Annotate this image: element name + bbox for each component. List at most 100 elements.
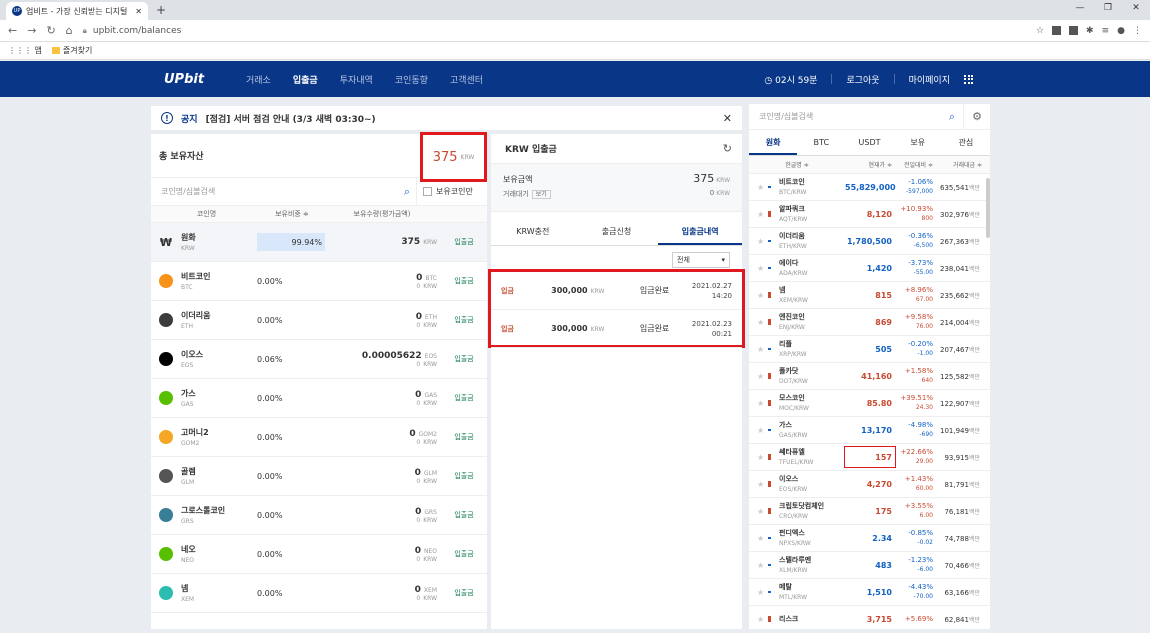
reload-icon[interactable]: ↻ xyxy=(46,24,55,37)
apps-grid-icon[interactable] xyxy=(964,74,973,84)
market-row[interactable]: ★ 모스코인 MOC/KRW 85.80 +39.51% 24.30 122,907… xyxy=(749,390,990,417)
menu-deposit-withdraw[interactable]: 입출금 xyxy=(293,73,318,86)
bookmark-apps[interactable]: ⋮⋮⋮ 앱 xyxy=(8,45,42,56)
deposit-withdraw-button[interactable]: 입출금 xyxy=(441,432,487,442)
asset-row[interactable]: 이오스 EOS 0.06% 0.00005622 EOS 0 KRW 입출금 xyxy=(151,340,487,379)
puzzle-icon[interactable]: ✱ xyxy=(1086,26,1094,36)
deposit-withdraw-button[interactable]: 입출금 xyxy=(441,237,487,247)
minimize-button[interactable]: — xyxy=(1066,0,1094,18)
asset-row[interactable]: 고머니2 GOM2 0.00% 0 GOM2 0 KRW 입출금 xyxy=(151,418,487,457)
notice-message[interactable]: [점검] 서버 점검 안내 (3/3 새벽 03:30~) xyxy=(206,112,715,125)
star-icon[interactable]: ★ xyxy=(757,264,764,273)
close-icon[interactable]: ✕ xyxy=(135,7,142,16)
home-icon[interactable]: ⌂ xyxy=(66,24,73,37)
market-row[interactable]: ★ 이오스 EOS/KRW 4,270 +1.43% 60.00 81,791백만 xyxy=(749,471,990,498)
tab-history[interactable]: 입출금내역 xyxy=(658,218,743,245)
market-row[interactable]: ★ 넴 XEM/KRW 815 +8.96% 67.00 235,662백만 xyxy=(749,282,990,309)
gear-icon[interactable]: ⚙ xyxy=(964,110,990,123)
menu-investments[interactable]: 투자내역 xyxy=(340,73,373,86)
assets-search-input[interactable]: 코인명/심볼검색 ⌕ xyxy=(151,178,417,205)
star-icon[interactable]: ★ xyxy=(757,426,764,435)
back-icon[interactable]: ← xyxy=(8,24,17,37)
tab-owned[interactable]: 보유 xyxy=(894,130,942,155)
notice-banner[interactable]: ! 공지 [점검] 서버 점검 안내 (3/3 새벽 03:30~) ✕ xyxy=(151,106,742,130)
market-row[interactable]: ★ 쎄타퓨엘 TFUEL/KRW 157 +22.66% 29.00 93,915백… xyxy=(749,444,990,471)
deposit-withdraw-button[interactable]: 입출금 xyxy=(441,393,487,403)
market-row[interactable]: ★ 펀디엑스 NPXS/KRW 2.34 -0.85% -0.02 74,788백만 xyxy=(749,525,990,552)
maximize-button[interactable]: ❐ xyxy=(1094,0,1122,18)
session-timer[interactable]: ◷ 02시 59분 xyxy=(764,73,817,86)
asset-row[interactable]: 비트코인 BTC 0.00% 0 BTC 0 KRW 입출금 xyxy=(151,262,487,301)
playlist-icon[interactable]: ≡ xyxy=(1102,26,1110,36)
deposit-withdraw-button[interactable]: 입출금 xyxy=(441,276,487,286)
pending-view-button[interactable]: 보기 xyxy=(531,190,551,199)
logout-link[interactable]: 로그아웃 xyxy=(846,73,879,86)
asset-row[interactable]: 그로스톨코인 GRS 0.00% 0 GRS 0 KRW 입출금 xyxy=(151,496,487,535)
market-row[interactable]: ★ 리플 XRP/KRW 505 -0.20% -1.00 207,467백만 xyxy=(749,336,990,363)
deposit-withdraw-button[interactable]: 입출금 xyxy=(441,471,487,481)
tab-usdt[interactable]: USDT xyxy=(845,130,893,155)
star-icon[interactable]: ★ xyxy=(757,372,764,381)
star-icon[interactable]: ☆ xyxy=(1036,26,1044,36)
market-search-input[interactable]: 코인명/심볼검색 ⌕ xyxy=(749,104,964,129)
star-icon[interactable]: ★ xyxy=(757,507,764,516)
market-row[interactable]: ★ 엔진코인 ENJ/KRW 869 +9.58% 76.00 214,004백만 xyxy=(749,309,990,336)
asset-row[interactable]: 넴 XEM 0.00% 0 XEM 0 KRW 입출금 xyxy=(151,574,487,613)
market-row[interactable]: ★ 알파쿼크 AQT/KRW 8,120 +10.93% 800 302,976백만 xyxy=(749,201,990,228)
asset-row[interactable]: 이더리움 ETH 0.00% 0 ETH 0 KRW 입출금 xyxy=(151,301,487,340)
scrollbar[interactable] xyxy=(986,178,990,238)
asset-row[interactable]: 가스 GAS 0.00% 0 GAS 0 KRW 입출금 xyxy=(151,379,487,418)
asset-row[interactable]: 네오 NEO 0.00% 0 NEO 0 KRW 입출금 xyxy=(151,535,487,574)
forward-icon[interactable]: → xyxy=(27,24,36,37)
star-icon[interactable]: ★ xyxy=(757,237,764,246)
tab-btc[interactable]: BTC xyxy=(797,130,845,155)
star-icon[interactable]: ★ xyxy=(757,588,764,597)
star-icon[interactable]: ★ xyxy=(757,561,764,570)
url-field[interactable]: 🔒︎ upbit.com/balances xyxy=(83,23,1026,39)
star-icon[interactable]: ★ xyxy=(757,291,764,300)
browser-tab[interactable]: UP 업비트 - 가장 신뢰받는 디지털 ✕ xyxy=(6,2,148,20)
star-icon[interactable]: ★ xyxy=(757,615,764,624)
extension-icon[interactable] xyxy=(1052,26,1062,35)
star-icon[interactable]: ★ xyxy=(757,183,764,192)
profile-icon[interactable]: ● xyxy=(1117,26,1125,36)
deposit-withdraw-button[interactable]: 입출금 xyxy=(441,549,487,559)
refresh-icon[interactable]: ↻ xyxy=(723,142,732,155)
menu-icon[interactable]: ⋮ xyxy=(1133,26,1142,36)
search-icon[interactable]: ⌕ xyxy=(404,185,410,199)
menu-support[interactable]: 고객센터 xyxy=(450,73,483,86)
market-row[interactable]: ★ 이더리움 ETH/KRW 1,780,500 -0.36% -6,500 267… xyxy=(749,228,990,255)
deposit-withdraw-button[interactable]: 입출금 xyxy=(441,315,487,325)
star-icon[interactable]: ★ xyxy=(757,210,764,219)
star-icon[interactable]: ★ xyxy=(757,345,764,354)
asset-row[interactable]: 골렘 GLM 0.00% 0 GLM 0 KRW 입출금 xyxy=(151,457,487,496)
bookmark-folder[interactable]: 즐겨찾기 xyxy=(51,45,92,56)
tab-krw-deposit[interactable]: KRW충전 xyxy=(491,218,575,245)
market-row[interactable]: ★ 크립토닷컴체인 CRO/KRW 175 +3.55% 6.00 76,181백만 xyxy=(749,498,990,525)
market-row[interactable]: ★ 에이다 ADA/KRW 1,420 -3.73% -55.00 238,041백… xyxy=(749,255,990,282)
mypage-link[interactable]: 마이페이지 xyxy=(909,73,950,86)
star-icon[interactable]: ★ xyxy=(757,399,764,408)
menu-coin-trends[interactable]: 코인동향 xyxy=(395,73,428,86)
tab-favorites[interactable]: 관심 xyxy=(942,130,990,155)
star-icon[interactable]: ★ xyxy=(757,534,764,543)
market-row[interactable]: ★ 메탈 MTL/KRW 1,510 -4.43% -70.00 63,166백만 xyxy=(749,579,990,606)
menu-exchange[interactable]: 거래소 xyxy=(246,73,271,86)
deposit-withdraw-button[interactable]: 입출금 xyxy=(441,510,487,520)
extension-icon[interactable] xyxy=(1069,26,1079,35)
market-row[interactable]: ★ 폴카닷 DOT/KRW 41,160 +1.58% 640 125,582백만 xyxy=(749,363,990,390)
star-icon[interactable]: ★ xyxy=(757,480,764,489)
history-row[interactable]: 입금 300,000 KRW 입금완료 2021.02.27 14:20 xyxy=(491,272,742,310)
star-icon[interactable]: ★ xyxy=(757,318,764,327)
upbit-logo[interactable]: UPbit xyxy=(164,72,246,87)
new-tab-button[interactable]: + xyxy=(156,3,166,17)
market-row[interactable]: ★ 가스 GAS/KRW 13,170 -4.98% -690 101,949백만 xyxy=(749,417,990,444)
tab-withdraw-request[interactable]: 출금신청 xyxy=(575,218,659,245)
market-row[interactable]: ★ 스텔라루멘 XLM/KRW 483 -1.23% -6.00 70,466백만 xyxy=(749,552,990,579)
owned-only-checkbox[interactable]: 보유코인만 xyxy=(417,186,487,197)
close-icon[interactable]: ✕ xyxy=(723,112,732,125)
deposit-withdraw-button[interactable]: 입출금 xyxy=(441,588,487,598)
star-icon[interactable]: ★ xyxy=(757,453,764,462)
deposit-withdraw-button[interactable]: 입출금 xyxy=(441,354,487,364)
tab-krw[interactable]: 원화 xyxy=(749,130,798,155)
